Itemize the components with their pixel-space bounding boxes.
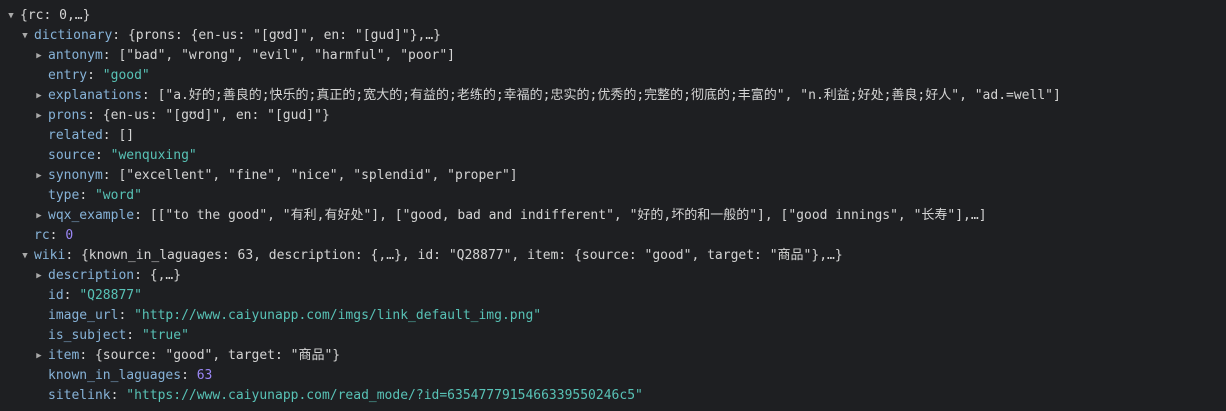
property-key: known_in_laguages <box>48 368 182 383</box>
property-key: id <box>48 288 64 303</box>
tree-row-is-subject: is_subject: "true" <box>0 326 1226 346</box>
property-value: [] <box>118 128 135 143</box>
property-key: wiki <box>34 248 66 263</box>
tree-row-wqx-example[interactable]: ▶ wqx_example: [["to the good", "有利,有好处"]… <box>0 206 1226 226</box>
property-value: "http://www.caiyunapp.com/imgs/link_defa… <box>134 308 542 323</box>
key-separator: : <box>126 328 142 343</box>
property-value: "good" <box>102 68 150 83</box>
key-separator: : <box>87 108 103 123</box>
tree-row-rc: rc: 0 <box>0 226 1226 246</box>
collapse-triangle-icon[interactable]: ▶ <box>34 346 44 366</box>
property-key: sitelink <box>48 388 111 403</box>
property-value: "Q28877" <box>79 288 142 303</box>
tree-row-image-url: image_url: "http://www.caiyunapp.com/img… <box>0 306 1226 326</box>
property-value: {source: "good", target: "商品"} <box>94 348 341 363</box>
key-separator: : <box>79 188 95 203</box>
collapse-triangle-icon[interactable]: ▶ <box>34 206 44 226</box>
property-key: description <box>48 268 135 283</box>
property-key: dictionary <box>34 28 113 43</box>
property-key: synonym <box>48 168 103 183</box>
key-separator: : <box>102 128 119 143</box>
key-separator: : <box>102 168 119 183</box>
expand-triangle-icon[interactable]: ▼ <box>20 246 30 266</box>
property-value: {rc: 0,…} <box>20 8 91 23</box>
property-value: ["bad", "wrong", "evil", "harmful", "poo… <box>118 48 455 63</box>
property-value: "word" <box>94 188 142 203</box>
tree-row-sitelink: sitelink: "https://www.caiyunapp.com/rea… <box>0 386 1226 406</box>
property-value: 0 <box>65 228 74 243</box>
property-value: {known_in_laguages: 63, description: {,…… <box>80 248 843 263</box>
property-value: {prons: {en-us: "[gʊd]", en: "[gud]"},…} <box>127 28 442 43</box>
key-separator: : <box>134 208 150 223</box>
tree-row-root[interactable]: ▼ {rc: 0,…} <box>0 6 1226 26</box>
property-value: {en-us: "[gʊd]", en: "[gud]"} <box>102 108 330 123</box>
property-key: image_url <box>48 308 119 323</box>
key-separator: : <box>112 28 128 43</box>
property-key: source <box>48 148 95 163</box>
property-value: {,…} <box>149 268 182 283</box>
property-key: prons <box>48 108 88 123</box>
tree-row-antonym[interactable]: ▶ antonym: ["bad", "wrong", "evil", "harm… <box>0 46 1226 66</box>
tree-row-synonym[interactable]: ▶ synonym: ["excellent", "fine", "nice", … <box>0 166 1226 186</box>
tree-row-item[interactable]: ▶ item: {source: "good", target: "商品"} <box>0 346 1226 366</box>
tree-row-explanations[interactable]: ▶ explanations: ["a.好的;善良的;快乐的;真正的;宽大的;有益… <box>0 86 1226 106</box>
json-tree-viewer: ▼ {rc: 0,…} ▼ dictionary: {prons: {en-us: "… <box>0 6 1226 406</box>
tree-row-wiki[interactable]: ▼ wiki: {known_in_laguages: 63, descripti… <box>0 246 1226 266</box>
property-key: rc <box>34 228 50 243</box>
key-separator: : <box>79 348 95 363</box>
tree-row-description[interactable]: ▶ description: {,…} <box>0 266 1226 286</box>
expand-triangle-icon[interactable]: ▼ <box>20 26 30 46</box>
property-key: antonym <box>48 48 103 63</box>
collapse-triangle-icon[interactable]: ▶ <box>34 46 44 66</box>
key-separator: : <box>65 248 81 263</box>
tree-row-type: type: "word" <box>0 186 1226 206</box>
property-key: item <box>48 348 80 363</box>
property-key: type <box>48 188 80 203</box>
property-key: wqx_example <box>48 208 135 223</box>
key-separator: : <box>118 308 135 323</box>
tree-row-entry: entry: "good" <box>0 66 1226 86</box>
collapse-triangle-icon[interactable]: ▶ <box>34 106 44 126</box>
property-value: ["excellent", "fine", "nice", "splendid"… <box>118 168 518 183</box>
property-value: "true" <box>141 328 189 343</box>
key-separator: : <box>110 388 127 403</box>
tree-row-known-in-laguages: known_in_laguages: 63 <box>0 366 1226 386</box>
property-value: ["a.好的;善良的;快乐的;真正的;宽大的;有益的;老练的;幸福的;忠实的;优… <box>157 88 1061 103</box>
tree-row-source: source: "wenquxing" <box>0 146 1226 166</box>
property-value: "wenquxing" <box>110 148 197 163</box>
key-separator: : <box>134 268 150 283</box>
property-value: [["to the good", "有利,有好处"], ["good, bad … <box>149 208 987 223</box>
property-key: entry <box>48 68 88 83</box>
collapse-triangle-icon[interactable]: ▶ <box>34 86 44 106</box>
key-separator: : <box>141 88 158 103</box>
key-separator: : <box>49 228 66 243</box>
key-separator: : <box>94 148 111 163</box>
property-key: explanations <box>48 88 142 103</box>
property-key: related <box>48 128 103 143</box>
tree-row-dictionary[interactable]: ▼ dictionary: {prons: {en-us: "[gʊd]", en… <box>0 26 1226 46</box>
property-value: "https://www.caiyunapp.com/read_mode/?id… <box>126 388 643 403</box>
tree-row-id: id: "Q28877" <box>0 286 1226 306</box>
property-key: is_subject <box>48 328 127 343</box>
collapse-triangle-icon[interactable]: ▶ <box>34 166 44 186</box>
tree-row-related: related: [] <box>0 126 1226 146</box>
property-value: 63 <box>196 368 213 383</box>
key-separator: : <box>87 68 103 83</box>
key-separator: : <box>181 368 197 383</box>
key-separator: : <box>63 288 80 303</box>
key-separator: : <box>102 48 119 63</box>
expand-triangle-icon[interactable]: ▼ <box>6 6 16 26</box>
tree-row-prons[interactable]: ▶ prons: {en-us: "[gʊd]", en: "[gud]"} <box>0 106 1226 126</box>
collapse-triangle-icon[interactable]: ▶ <box>34 266 44 286</box>
